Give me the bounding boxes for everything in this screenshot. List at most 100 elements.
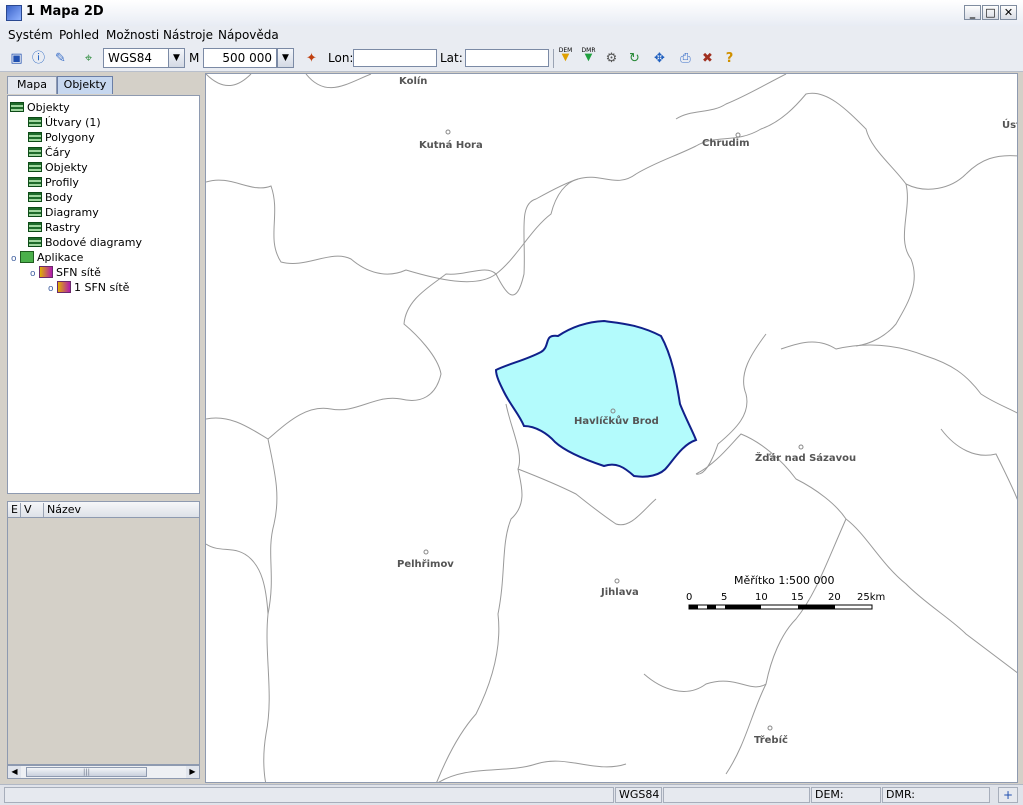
city-marker <box>767 725 773 731</box>
border-path <box>643 673 767 692</box>
lat-input[interactable] <box>465 49 549 67</box>
border-path <box>436 403 523 782</box>
print-icon[interactable]: ⎙ <box>677 50 694 67</box>
scale-tick-5: 5 <box>721 592 727 603</box>
column-e[interactable]: E <box>8 503 21 517</box>
tree-item-cary[interactable]: Čáry <box>28 145 70 160</box>
tree-item-profily[interactable]: Profily <box>28 175 79 190</box>
collapse-toggle-icon[interactable]: o <box>11 252 20 267</box>
scale-dropdown-arrow[interactable]: ▼ <box>277 48 294 68</box>
tree-item-aplikace[interactable]: o Aplikace <box>11 250 83 265</box>
tree-root-label: Objekty <box>27 101 70 114</box>
layer-icon <box>28 162 42 172</box>
city-marker <box>798 444 804 450</box>
menu-pohled[interactable]: Pohled <box>59 28 99 42</box>
status-crosshair-icon[interactable]: + <box>998 787 1018 803</box>
layer-icon <box>28 132 42 142</box>
tree-item-label: Diagramy <box>45 206 99 219</box>
leaf-connector-icon: o <box>48 284 54 294</box>
object-tree: Objekty Útvary (1) Polygony Čáry Objekty… <box>7 95 200 494</box>
close-button[interactable]: ✕ <box>1000 5 1017 20</box>
tree-root[interactable]: Objekty <box>10 100 70 115</box>
city-label-chrudim: Chrudim <box>702 138 750 149</box>
lon-label: Lon: <box>328 51 354 65</box>
title-bar: 1 Mapa 2D _ □ ✕ <box>0 0 1023 27</box>
menu-napoveda[interactable]: Nápověda <box>218 28 279 42</box>
border-path <box>780 341 1017 414</box>
window-title: 1 Mapa 2D <box>26 4 104 19</box>
tool-wrench-icon[interactable]: ✖ <box>699 50 716 67</box>
tree-item-bodove-diagramy[interactable]: Bodové diagramy <box>28 235 142 250</box>
scale-bar-frame <box>688 604 873 610</box>
locate-icon[interactable]: ⌖ <box>80 50 97 67</box>
tree-item-sfn-child[interactable]: o 1 SFN sítě <box>48 280 129 295</box>
lon-input[interactable] <box>353 49 437 67</box>
border-path <box>855 183 915 347</box>
havlickuv-brod-region[interactable] <box>494 319 698 478</box>
city-marker <box>423 549 429 555</box>
refresh-icon[interactable]: ↻ <box>626 50 643 67</box>
tab-mapa[interactable]: Mapa <box>7 76 57 94</box>
projection-select[interactable]: WGS84 <box>103 48 169 68</box>
border-path <box>577 92 967 190</box>
scale-input[interactable]: 500 000 <box>203 48 277 68</box>
border-path <box>267 269 497 440</box>
collapse-toggle-icon[interactable]: o <box>30 267 39 282</box>
layer-icon <box>28 222 42 232</box>
tree-item-polygony[interactable]: Polygony <box>28 130 95 145</box>
tree-item-utvary[interactable]: Útvary (1) <box>28 115 101 130</box>
horizontal-scrollbar[interactable]: ◀ ||| ▶ <box>7 765 200 779</box>
help-icon[interactable]: ? <box>721 50 738 67</box>
pencil-icon[interactable]: ✎ <box>52 50 69 67</box>
tree-item-body[interactable]: Body <box>28 190 73 205</box>
scroll-left-icon[interactable]: ◀ <box>8 766 21 778</box>
column-v[interactable]: V <box>21 503 44 517</box>
status-projection: WGS84 <box>615 787 662 803</box>
border-path <box>305 74 372 89</box>
border-path <box>517 468 657 526</box>
left-panel: Mapa Objekty Objekty Útvary (1) Polygony… <box>4 74 201 782</box>
tree-item-sfn-site[interactable]: o SFN sítě <box>30 265 101 280</box>
scale-tick-25km: 25km <box>857 592 885 603</box>
tools-icon[interactable]: ✦ <box>303 50 320 67</box>
projection-dropdown-arrow[interactable]: ▼ <box>168 48 185 68</box>
city-label-ust: Úst <box>1002 118 1018 131</box>
minimize-button[interactable]: _ <box>964 5 981 20</box>
menu-moznosti[interactable]: Možnosti <box>106 28 159 42</box>
menu-nastroje[interactable]: Nástroje <box>163 28 213 42</box>
tree-item-objekty[interactable]: Objekty <box>28 160 88 175</box>
map-svg: Kolín Kutná Hora Chrudim Úst Havlíčkův B… <box>206 74 1018 782</box>
border-path <box>675 74 787 120</box>
network-icon <box>39 266 53 278</box>
maximize-button[interactable]: □ <box>982 5 999 20</box>
scale-bar-title: Měřítko 1:500 000 <box>734 574 835 587</box>
panel-toggle-icon[interactable]: ▣ <box>8 50 25 67</box>
scale-tick-10: 10 <box>755 592 768 603</box>
column-nazev[interactable]: Název <box>44 503 197 517</box>
scroll-right-icon[interactable]: ▶ <box>186 766 199 778</box>
map-canvas[interactable]: Kolín Kutná Hora Chrudim Úst Havlíčkův B… <box>205 73 1018 783</box>
city-label-jihlava: Jihlava <box>600 587 639 598</box>
info-icon[interactable]: ⓘ <box>30 50 47 67</box>
property-table-body <box>7 518 200 765</box>
city-marker <box>735 132 741 138</box>
border-path <box>438 760 627 782</box>
settings-gear-icon[interactable]: ⚙ <box>603 50 620 67</box>
scale-bar: Měřítko 1:500 000 0 5 10 15 20 25km <box>686 574 885 610</box>
status-bar: WGS84 DEM: DMR: + <box>0 784 1023 805</box>
pan-arrows-icon[interactable]: ✥ <box>651 50 668 67</box>
tree-item-rastry[interactable]: Rastry <box>28 220 80 235</box>
application-icon <box>20 251 34 263</box>
scale-tick-20: 20 <box>828 592 841 603</box>
tab-objekty[interactable]: Objekty <box>57 76 113 94</box>
tree-item-diagramy[interactable]: Diagramy <box>28 205 99 220</box>
dem-icon[interactable]: DEM ▼ <box>557 47 574 64</box>
status-message <box>4 787 614 803</box>
status-dmr: DMR: <box>882 787 990 803</box>
border-path <box>206 543 269 615</box>
border-path <box>695 433 1017 674</box>
scroll-thumb[interactable]: ||| <box>26 767 147 777</box>
menu-system[interactable]: Systém <box>8 28 53 42</box>
dmr-icon[interactable]: DMR ▼ <box>580 47 597 64</box>
layer-icon <box>28 207 42 217</box>
